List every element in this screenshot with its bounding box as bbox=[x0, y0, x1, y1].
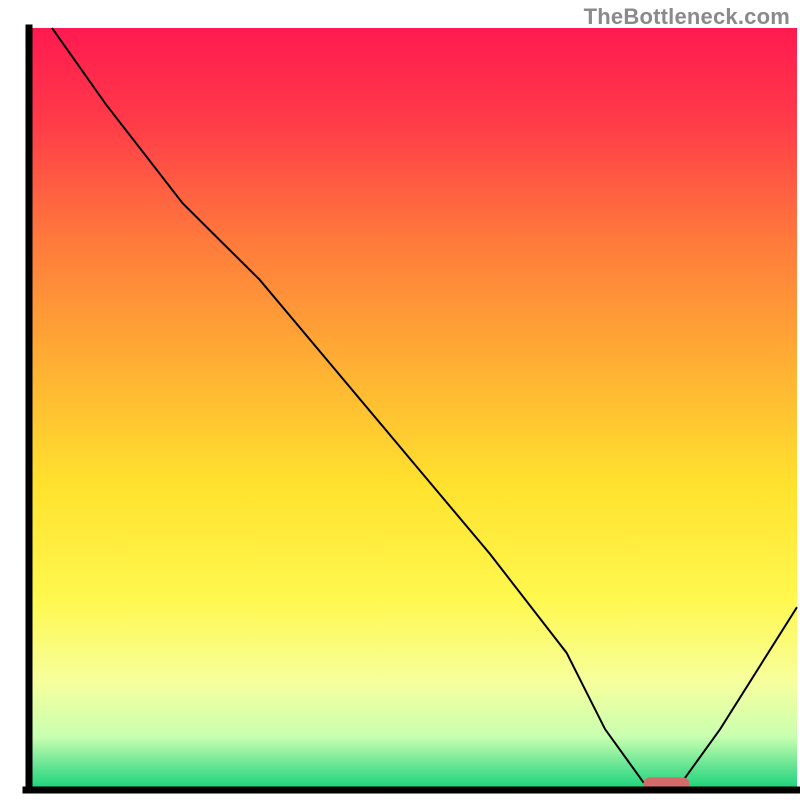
plot-area bbox=[26, 28, 797, 790]
chart-container: TheBottleneck.com bbox=[0, 0, 800, 800]
gradient-background bbox=[29, 28, 797, 790]
watermark-text: TheBottleneck.com bbox=[584, 4, 790, 30]
bottleneck-chart bbox=[0, 0, 800, 800]
